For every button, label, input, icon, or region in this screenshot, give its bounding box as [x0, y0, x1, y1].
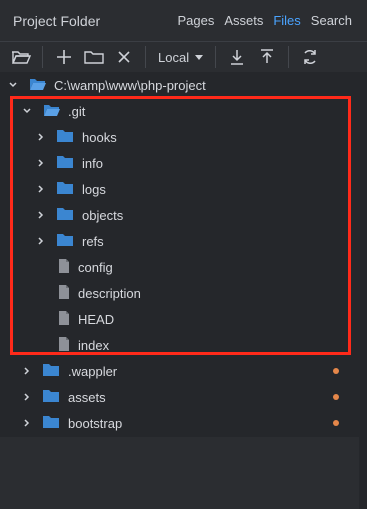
tree-row-wappler[interactable]: .wappler — [0, 358, 367, 384]
tab-pages[interactable]: Pages — [172, 13, 219, 28]
chevron-right-icon[interactable] — [22, 418, 32, 428]
tree-root-row[interactable]: C:\wamp\www\php-project — [0, 72, 367, 98]
git-highlight-box — [10, 96, 351, 355]
refresh-icon — [304, 50, 316, 64]
chevron-down-icon[interactable] — [8, 80, 18, 90]
files-toolbar: Local — [0, 41, 367, 73]
upload-button[interactable] — [252, 44, 282, 70]
modified-dot — [333, 394, 339, 400]
folder-label: .wappler — [68, 363, 118, 379]
refresh-button[interactable] — [295, 44, 325, 70]
root-path-label: C:\wamp\www\php-project — [54, 77, 206, 93]
tab-files[interactable]: Files — [268, 13, 305, 28]
open-folder-icon — [11, 51, 31, 64]
toolbar-separator — [145, 46, 146, 68]
add-file-button[interactable] — [49, 44, 79, 70]
folder-label: assets — [68, 389, 106, 405]
tab-assets[interactable]: Assets — [219, 13, 268, 28]
chevron-right-icon[interactable] — [22, 366, 32, 376]
tree-row-assets[interactable]: assets — [0, 384, 367, 410]
location-select[interactable]: Local — [152, 50, 209, 65]
chevron-right-icon[interactable] — [22, 392, 32, 402]
add-icon — [57, 50, 71, 64]
download-icon — [231, 50, 244, 65]
delete-button[interactable] — [109, 44, 139, 70]
modified-dot — [333, 420, 339, 426]
open-folder-icon — [28, 77, 46, 94]
header-tabs: Pages Assets Files Search — [172, 13, 367, 28]
toolbar-separator — [42, 46, 43, 68]
new-folder-icon — [84, 51, 104, 64]
toolbar-separator — [288, 46, 290, 68]
modified-dot — [333, 368, 339, 374]
tree-row-bootstrap[interactable]: bootstrap — [0, 410, 367, 436]
folder-icon — [42, 415, 60, 432]
toolbar-separator — [215, 46, 217, 68]
close-icon — [118, 51, 130, 63]
open-folder-button[interactable] — [6, 44, 36, 70]
upload-icon — [261, 49, 274, 63]
new-folder-button[interactable] — [79, 44, 109, 70]
folder-icon — [42, 363, 60, 380]
folder-icon — [42, 389, 60, 406]
location-label: Local — [158, 49, 190, 65]
panel-title: Project Folder — [13, 12, 101, 29]
download-button[interactable] — [222, 44, 252, 70]
panel-header: Project Folder Pages Assets Files Search — [0, 0, 367, 41]
tab-search[interactable]: Search — [306, 13, 357, 28]
chevron-down-icon — [195, 54, 204, 60]
folder-label: bootstrap — [68, 415, 123, 431]
